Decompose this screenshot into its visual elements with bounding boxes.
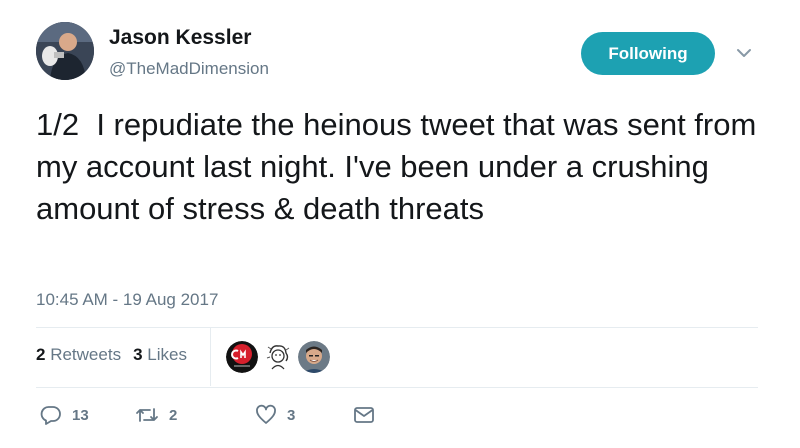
cm-logo-avatar-icon bbox=[226, 341, 258, 373]
following-button[interactable]: Following bbox=[581, 32, 715, 75]
avatar-photo-icon bbox=[36, 22, 94, 80]
likes-label: Likes bbox=[147, 345, 187, 364]
sketch-portrait-avatar-icon bbox=[262, 341, 294, 373]
liker-avatar-1[interactable] bbox=[226, 341, 258, 373]
likers-avatars bbox=[226, 341, 330, 373]
man-photo-avatar-icon bbox=[298, 341, 330, 373]
reply-button[interactable]: 13 bbox=[40, 404, 135, 426]
tweet-timestamp[interactable]: 10:45 AM - 19 Aug 2017 bbox=[36, 290, 218, 310]
user-handle[interactable]: @TheMadDimension bbox=[109, 59, 269, 79]
retweets-count: 2 bbox=[36, 345, 46, 364]
direct-message-button[interactable] bbox=[352, 404, 376, 426]
reply-icon bbox=[40, 406, 61, 425]
tweet-actions: 13 2 3 bbox=[40, 404, 376, 426]
retweet-icon bbox=[136, 408, 158, 422]
likes-stat[interactable]: 3 Likes bbox=[133, 345, 187, 365]
likes-count: 3 bbox=[133, 345, 143, 364]
retweets-label: Retweets bbox=[50, 345, 122, 364]
stats-separator bbox=[210, 328, 211, 386]
tweet-text: 1/2 I repudiate the heinous tweet that w… bbox=[36, 107, 765, 226]
reply-count: 13 bbox=[72, 406, 89, 424]
user-avatar[interactable] bbox=[36, 22, 94, 80]
liker-avatar-2[interactable] bbox=[262, 341, 294, 373]
chevron-down-icon[interactable] bbox=[735, 44, 753, 62]
divider-bottom bbox=[36, 387, 758, 388]
tweet-stats: 2 Retweets 3 Likes bbox=[36, 345, 187, 365]
retweet-count: 2 bbox=[169, 406, 178, 424]
like-count: 3 bbox=[287, 406, 296, 424]
retweets-stat[interactable]: 2 Retweets bbox=[36, 345, 121, 365]
divider-top bbox=[36, 327, 758, 328]
envelope-icon bbox=[354, 407, 374, 423]
user-name[interactable]: Jason Kessler bbox=[109, 26, 251, 50]
like-button[interactable]: 3 bbox=[255, 404, 352, 426]
heart-icon bbox=[256, 404, 276, 424]
liker-avatar-3[interactable] bbox=[298, 341, 330, 373]
retweet-button[interactable]: 2 bbox=[135, 404, 255, 426]
